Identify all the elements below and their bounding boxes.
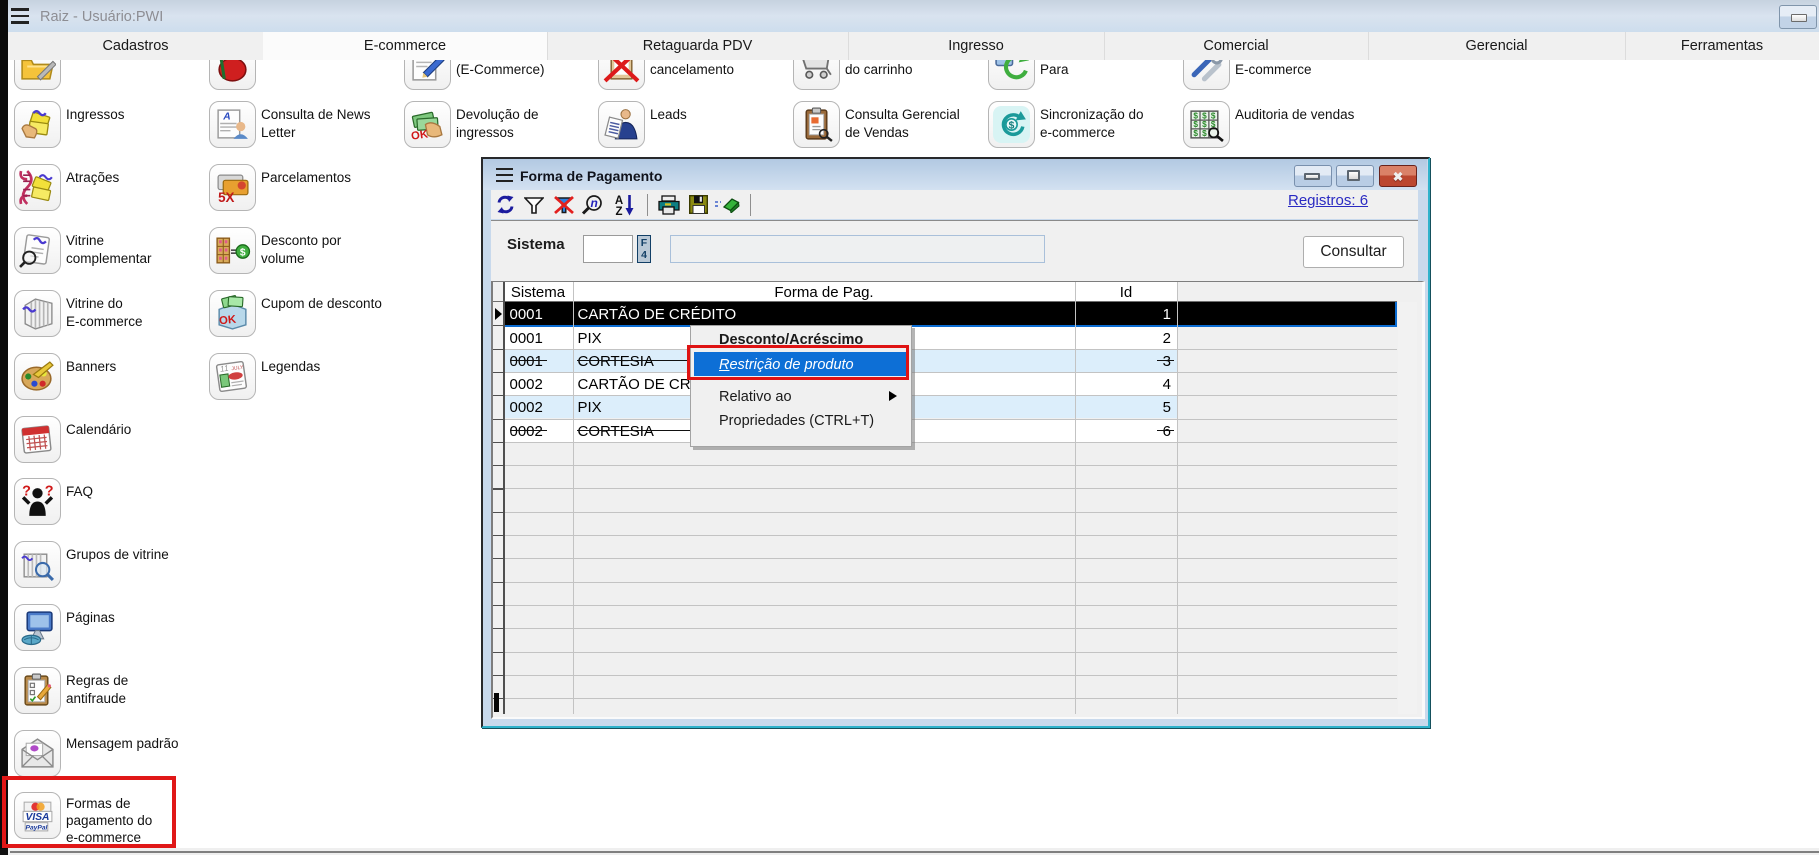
svg-text:OK: OK	[410, 128, 429, 142]
svg-text:$: $	[1193, 129, 1198, 138]
svg-text:$: $	[1202, 129, 1207, 138]
svg-text:A: A	[222, 111, 230, 122]
svg-text:OK: OK	[219, 314, 238, 328]
svg-text:11: 11	[219, 364, 229, 374]
svg-text:$: $	[1193, 111, 1198, 120]
svg-text:$: $	[1202, 111, 1207, 120]
svg-text:$: $	[240, 248, 246, 259]
svg-text:Z: Z	[615, 206, 622, 216]
svg-text:?: ?	[22, 483, 31, 499]
svg-text:n: n	[591, 196, 598, 210]
svg-text:$: $	[1202, 120, 1207, 129]
svg-text:$: $	[1009, 121, 1015, 132]
svg-text:5X: 5X	[218, 190, 234, 205]
svg-text:?: ?	[45, 483, 54, 499]
svg-text:$: $	[1211, 111, 1216, 120]
svg-text:$: $	[1193, 120, 1198, 129]
